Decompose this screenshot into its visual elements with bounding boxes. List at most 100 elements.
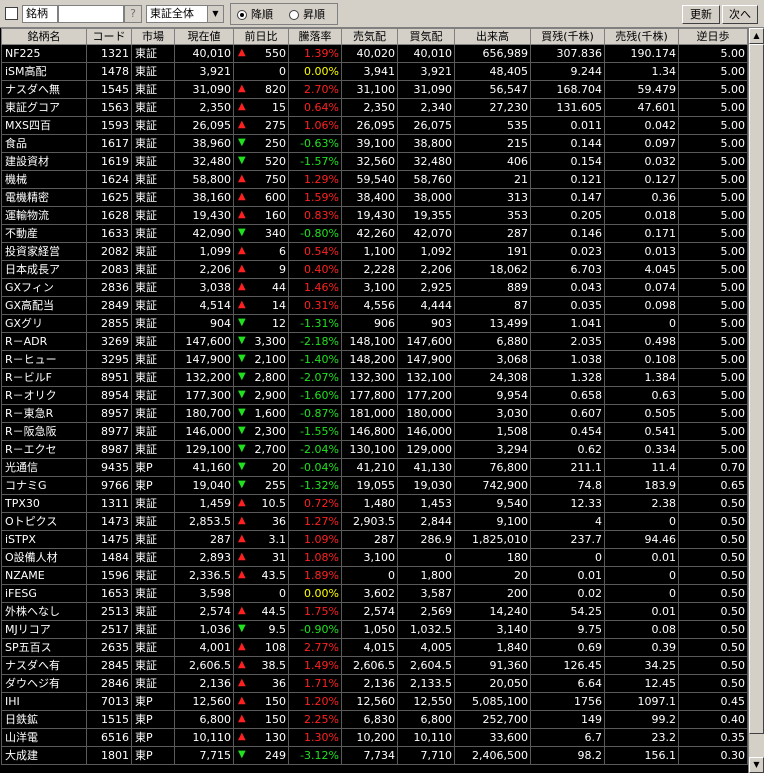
- table-row[interactable]: 電機精密 1625 東証 38,160 ▲ 600 1.59% 38,400 38,000 313…: [1, 188, 748, 207]
- gyakuhibu-cell: 5.00: [678, 188, 748, 207]
- market-cell: 東証: [131, 422, 175, 441]
- change-cell: ▲ 3.1: [233, 530, 289, 549]
- bid-cell: 12,550: [397, 692, 455, 711]
- table-row[interactable]: MJリコア 2517 東証 1,036 ▼ 9.5 -0.90% 1,050 1,032.5 3,…: [1, 620, 748, 639]
- scroll-up-icon[interactable]: ▲: [749, 28, 764, 44]
- gyakuhibu-cell: 0.35: [678, 728, 748, 747]
- table-row[interactable]: R－ビルF 8951 東証 132,200 ▼ 2,800 -2.07% 132,300 132…: [1, 368, 748, 387]
- col-header-volume[interactable]: 出来高: [454, 28, 531, 45]
- change-value: 520: [265, 154, 286, 168]
- table-row[interactable]: 日鉄鉱 1515 東P 6,800 ▲ 150 2.25% 6,830 6,800 252,700…: [1, 710, 748, 729]
- table-row[interactable]: R－ヒュー 3295 東証 147,900 ▼ 2,100 -1.40% 148,200 147…: [1, 350, 748, 369]
- stock-name-cell: iFESG: [1, 584, 87, 603]
- col-header-change[interactable]: 前日比: [233, 28, 289, 45]
- up-arrow-icon: ▲: [238, 209, 246, 220]
- buy-remaining-cell: 0.023: [530, 242, 605, 261]
- down-arrow-icon: ▼: [238, 443, 246, 454]
- change-rate-cell: -0.80%: [288, 224, 342, 243]
- up-arrow-icon: ▲: [238, 533, 246, 544]
- chevron-down-icon[interactable]: ▼: [207, 6, 223, 22]
- table-row[interactable]: R－阪急阪 8977 東証 146,000 ▼ 2,300 -1.55% 146,800 146…: [1, 422, 748, 441]
- col-header-price[interactable]: 現在値: [174, 28, 234, 45]
- table-row[interactable]: 投資家経営 2082 東証 1,099 ▲ 6 0.54% 1,100 1,092 191 0.02…: [1, 242, 748, 261]
- sort-asc-radio[interactable]: 昇順: [289, 8, 325, 22]
- table-row[interactable]: NZAME 1596 東証 2,336.5 ▲ 43.5 1.89% 0 1,800 20 0.01…: [1, 566, 748, 585]
- table-row[interactable]: O設備人材 1484 東証 2,893 ▲ 31 1.08% 3,100 0 180 0 0.01 0.…: [1, 548, 748, 567]
- select-all-checkbox[interactable]: [5, 7, 18, 20]
- table-row[interactable]: ダウヘジ有 2846 東証 2,136 ▲ 36 1.71% 2,136 2,133.5 20,0…: [1, 674, 748, 693]
- change-rate-cell: 1.49%: [288, 656, 342, 675]
- help-button[interactable]: ?: [124, 5, 142, 23]
- table-row[interactable]: 外株へなし 2513 東証 2,574 ▲ 44.5 1.75% 2,574 2,569 14,2…: [1, 602, 748, 621]
- table-row[interactable]: iFESG 1653 東証 3,598 0 0.00% 3,602 3,587 200 0.02 0…: [1, 584, 748, 603]
- volume-cell: 180: [454, 548, 531, 567]
- col-header-gyakuhibu[interactable]: 逆日歩: [678, 28, 748, 45]
- col-header-market[interactable]: 市場: [131, 28, 175, 45]
- market-cell: 東証: [131, 206, 175, 225]
- price-cell: 41,160: [174, 458, 234, 477]
- table-row[interactable]: MXS四百 1593 東証 26,095 ▲ 275 1.06% 26,095 26,075 53…: [1, 116, 748, 135]
- col-header-buy-remaining[interactable]: 買残(千株): [530, 28, 605, 45]
- table-row[interactable]: GXグリ 2855 東証 904 ▼ 12 -1.31% 906 903 13,499 1.041 0…: [1, 314, 748, 333]
- gyakuhibu-cell: 5.00: [678, 224, 748, 243]
- table-row[interactable]: コナミG 9766 東P 19,040 ▼ 255 -1.32% 19,055 19,030 74…: [1, 476, 748, 495]
- table-row[interactable]: 建設資材 1619 東証 32,480 ▼ 520 -1.57% 32,560 32,480 40…: [1, 152, 748, 171]
- up-arrow-icon: ▲: [238, 191, 246, 202]
- change-rate-cell: 1.06%: [288, 116, 342, 135]
- table-row[interactable]: 大成建 1801 東P 7,715 ▼ 249 -3.12% 7,734 7,710 2,406,…: [1, 746, 748, 765]
- market-select[interactable]: 東証全体 ▼: [146, 5, 224, 23]
- table-row[interactable]: IHI 7013 東P 12,560 ▲ 150 1.20% 12,560 12,550 5,08…: [1, 692, 748, 711]
- change-value: 2,700: [254, 442, 287, 456]
- update-button[interactable]: 更新: [682, 5, 720, 24]
- table-row[interactable]: 光通信 9435 東P 41,160 ▼ 20 -0.04% 41,210 41,130 76,8…: [1, 458, 748, 477]
- col-header-sell-remaining[interactable]: 売残(千株): [604, 28, 679, 45]
- table-row[interactable]: R－東急R 8957 東証 180,700 ▼ 1,600 -0.87% 181,000 180…: [1, 404, 748, 423]
- table-row[interactable]: 食品 1617 東証 38,960 ▼ 250 -0.63% 39,100 38,800 215 0…: [1, 134, 748, 153]
- table-row[interactable]: 運輸物流 1628 東証 19,430 ▲ 160 0.83% 19,430 19,355 353…: [1, 206, 748, 225]
- table-row[interactable]: GX高配当 2849 東証 4,514 ▲ 14 0.31% 4,556 4,444 87 0.03…: [1, 296, 748, 315]
- gyakuhibu-cell: 5.00: [678, 260, 748, 279]
- table-row[interactable]: SP五百ス 2635 東証 4,001 ▲ 108 2.77% 4,015 4,005 1,840…: [1, 638, 748, 657]
- sell-remaining-cell: 0.074: [604, 278, 679, 297]
- next-button[interactable]: 次へ: [722, 5, 758, 24]
- market-cell: 東証: [131, 386, 175, 405]
- col-header-ask[interactable]: 売気配: [341, 28, 398, 45]
- table-row[interactable]: TPX30 1311 東証 1,459 ▲ 10.5 0.72% 1,480 1,453 9,54…: [1, 494, 748, 513]
- table-row[interactable]: 山洋電 6516 東P 10,110 ▲ 130 1.30% 10,200 10,110 33,6…: [1, 728, 748, 747]
- bid-cell: 180,000: [397, 404, 455, 423]
- table-row[interactable]: R－オリク 8954 東証 177,300 ▼ 2,900 -1.60% 177,800 177…: [1, 386, 748, 405]
- sort-desc-radio[interactable]: 降順: [237, 8, 273, 22]
- table-row[interactable]: NF225 1321 東証 40,010 ▲ 550 1.39% 40,020 40,010 65…: [1, 44, 748, 63]
- stock-code-cell: 9435: [86, 458, 132, 477]
- col-header-code[interactable]: コード: [86, 28, 132, 45]
- table-row[interactable]: R－ADR 3269 東証 147,600 ▼ 3,300 -2.18% 148,100 147…: [1, 332, 748, 351]
- table-row[interactable]: ナスダへ無 1545 東証 31,090 ▲ 820 2.70% 31,100 31,090 56…: [1, 80, 748, 99]
- vertical-scrollbar[interactable]: ▲ ▼: [748, 28, 764, 773]
- sell-remaining-cell: 0.334: [604, 440, 679, 459]
- col-header-name[interactable]: 銘柄名: [1, 28, 87, 45]
- table-row[interactable]: iSTPX 1475 東証 287 ▲ 3.1 1.09% 287 286.9 1,825,010…: [1, 530, 748, 549]
- table-row[interactable]: 機械 1624 東証 58,800 ▲ 750 1.29% 59,540 58,760 21 0.1…: [1, 170, 748, 189]
- volume-cell: 21: [454, 170, 531, 189]
- volume-cell: 9,100: [454, 512, 531, 531]
- table-row[interactable]: R－エクセ 8987 東証 129,100 ▼ 2,700 -2.04% 130,100 129…: [1, 440, 748, 459]
- gyakuhibu-cell: 0.70: [678, 458, 748, 477]
- market-cell: 東証: [131, 440, 175, 459]
- table-row[interactable]: 日本成長ア 2083 東証 2,206 ▲ 9 0.40% 2,228 2,206 18,062 6…: [1, 260, 748, 279]
- bid-cell: 42,070: [397, 224, 455, 243]
- bid-cell: 1,453: [397, 494, 455, 513]
- table-row[interactable]: ナスダへ有 2845 東証 2,606.5 ▲ 38.5 1.49% 2,606.5 2,604…: [1, 656, 748, 675]
- col-header-rate[interactable]: 騰落率: [288, 28, 342, 45]
- price-cell: 1,459: [174, 494, 234, 513]
- col-header-bid[interactable]: 買気配: [397, 28, 455, 45]
- table-row[interactable]: 東証グコア 1563 東証 2,350 ▲ 15 0.64% 2,350 2,340 27,230…: [1, 98, 748, 117]
- table-row[interactable]: Oトピクス 1473 東証 2,853.5 ▲ 36 1.27% 2,903.5 2,844 9,…: [1, 512, 748, 531]
- table-row[interactable]: 不動産 1633 東証 42,090 ▼ 340 -0.80% 42,260 42,070 287…: [1, 224, 748, 243]
- scroll-down-icon[interactable]: ▼: [749, 757, 764, 773]
- table-row[interactable]: GXフィン 2836 東証 3,038 ▲ 44 1.46% 3,100 2,925 889 0.0…: [1, 278, 748, 297]
- stock-search-input[interactable]: [58, 5, 124, 23]
- scrollbar-thumb[interactable]: [749, 44, 764, 734]
- price-cell: 1,036: [174, 620, 234, 639]
- table-row[interactable]: iSM高配 1478 東証 3,921 0 0.00% 3,941 3,921 48,405 9.…: [1, 62, 748, 81]
- stock-code-cell: 1628: [86, 206, 132, 225]
